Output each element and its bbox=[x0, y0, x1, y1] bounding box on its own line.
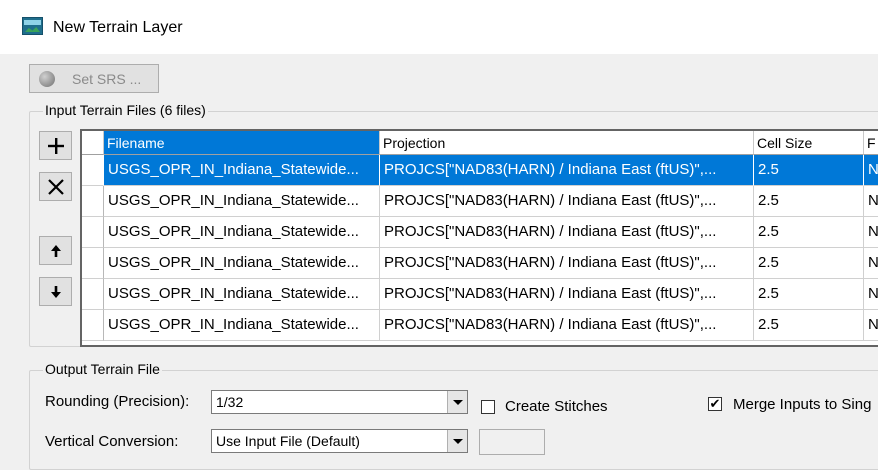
row-header[interactable] bbox=[82, 279, 104, 310]
arrow-up-icon bbox=[50, 244, 61, 257]
plus-icon bbox=[47, 137, 64, 154]
table-row[interactable]: USGS_OPR_IN_Indiana_Statewide... PROJCS["… bbox=[82, 248, 878, 279]
terrain-layer-icon bbox=[22, 17, 43, 35]
cell-cell-size[interactable]: 2.5 bbox=[754, 155, 864, 186]
table-row[interactable]: USGS_OPR_IN_Indiana_Statewide... PROJCS["… bbox=[82, 217, 878, 248]
cell-cell-size[interactable]: 2.5 bbox=[754, 310, 864, 341]
cell-filename[interactable]: USGS_OPR_IN_Indiana_Statewide... bbox=[104, 186, 380, 217]
table-row[interactable]: USGS_OPR_IN_Indiana_Statewide... PROJCS["… bbox=[82, 186, 878, 217]
cell-more[interactable]: N bbox=[864, 217, 878, 248]
cell-filename[interactable]: USGS_OPR_IN_Indiana_Statewide... bbox=[104, 155, 380, 186]
add-file-button[interactable] bbox=[39, 131, 72, 160]
title-bar: New Terrain Layer bbox=[0, 0, 878, 54]
row-header[interactable] bbox=[82, 186, 104, 217]
cell-filename[interactable]: USGS_OPR_IN_Indiana_Statewide... bbox=[104, 217, 380, 248]
cell-more[interactable]: N bbox=[864, 279, 878, 310]
cell-projection[interactable]: PROJCS["NAD83(HARN) / Indiana East (ftUS… bbox=[380, 186, 754, 217]
chevron-down-icon[interactable] bbox=[447, 430, 467, 452]
table-row[interactable]: USGS_OPR_IN_Indiana_Statewide... PROJCS["… bbox=[82, 279, 878, 310]
cell-cell-size[interactable]: 2.5 bbox=[754, 248, 864, 279]
globe-icon bbox=[39, 71, 55, 87]
rounding-label: Rounding (Precision): bbox=[45, 393, 190, 410]
input-group-legend: Input Terrain Files (6 files) bbox=[43, 102, 208, 118]
rounding-value: 1/32 bbox=[216, 394, 244, 410]
vertical-conversion-label: Vertical Conversion: bbox=[45, 433, 179, 450]
row-header[interactable] bbox=[82, 217, 104, 248]
cell-cell-size[interactable]: 2.5 bbox=[754, 186, 864, 217]
cell-projection[interactable]: PROJCS["NAD83(HARN) / Indiana East (ftUS… bbox=[380, 310, 754, 341]
table-row[interactable]: USGS_OPR_IN_Indiana_Statewide... PROJCS["… bbox=[82, 310, 878, 341]
input-files-grid[interactable]: Filename Projection Cell Size F USGS_OPR… bbox=[80, 129, 878, 347]
arrow-down-icon bbox=[50, 285, 61, 298]
chevron-down-icon[interactable] bbox=[447, 391, 467, 413]
set-srs-button[interactable]: Set SRS ... bbox=[29, 64, 159, 93]
column-header-filename[interactable]: Filename bbox=[104, 131, 380, 155]
row-header[interactable] bbox=[82, 155, 104, 186]
cell-more[interactable]: N bbox=[864, 155, 878, 186]
cell-projection[interactable]: PROJCS["NAD83(HARN) / Indiana East (ftUS… bbox=[380, 279, 754, 310]
create-stitches-label: Create Stitches bbox=[505, 398, 608, 415]
vertical-conversion-value: Use Input File (Default) bbox=[216, 433, 360, 449]
column-header-projection[interactable]: Projection bbox=[380, 131, 754, 155]
cell-filename[interactable]: USGS_OPR_IN_Indiana_Statewide... bbox=[104, 248, 380, 279]
cell-cell-size[interactable]: 2.5 bbox=[754, 279, 864, 310]
set-srs-label: Set SRS ... bbox=[72, 71, 142, 87]
output-terrain-file-group bbox=[29, 370, 878, 470]
cell-more[interactable]: N bbox=[864, 186, 878, 217]
cell-cell-size[interactable]: 2.5 bbox=[754, 217, 864, 248]
cell-more[interactable]: N bbox=[864, 248, 878, 279]
close-icon bbox=[47, 178, 64, 195]
move-down-button[interactable] bbox=[39, 277, 72, 306]
merge-inputs-checkbox[interactable]: ✔ bbox=[708, 397, 722, 411]
move-up-button[interactable] bbox=[39, 236, 72, 265]
cell-projection[interactable]: PROJCS["NAD83(HARN) / Indiana East (ftUS… bbox=[380, 155, 754, 186]
grid-header: Filename Projection Cell Size F bbox=[82, 131, 878, 155]
cell-projection[interactable]: PROJCS["NAD83(HARN) / Indiana East (ftUS… bbox=[380, 248, 754, 279]
vertical-conversion-field[interactable] bbox=[479, 429, 545, 455]
rounding-select[interactable]: 1/32 bbox=[211, 390, 468, 414]
column-header-more[interactable]: F bbox=[864, 131, 878, 155]
cell-more[interactable]: N bbox=[864, 310, 878, 341]
merge-inputs-label: Merge Inputs to Sing bbox=[733, 396, 872, 413]
cell-filename[interactable]: USGS_OPR_IN_Indiana_Statewide... bbox=[104, 310, 380, 341]
output-group-legend: Output Terrain File bbox=[43, 361, 162, 377]
cell-filename[interactable]: USGS_OPR_IN_Indiana_Statewide... bbox=[104, 279, 380, 310]
create-stitches-checkbox[interactable] bbox=[481, 400, 495, 414]
table-row[interactable]: USGS_OPR_IN_Indiana_Statewide... PROJCS["… bbox=[82, 155, 878, 186]
vertical-conversion-select[interactable]: Use Input File (Default) bbox=[211, 429, 468, 453]
grid-corner bbox=[82, 131, 104, 155]
window-title: New Terrain Layer bbox=[53, 19, 183, 36]
cell-projection[interactable]: PROJCS["NAD83(HARN) / Indiana East (ftUS… bbox=[380, 217, 754, 248]
row-header[interactable] bbox=[82, 248, 104, 279]
column-header-cell-size[interactable]: Cell Size bbox=[754, 131, 864, 155]
remove-file-button[interactable] bbox=[39, 172, 72, 201]
row-header[interactable] bbox=[82, 310, 104, 341]
